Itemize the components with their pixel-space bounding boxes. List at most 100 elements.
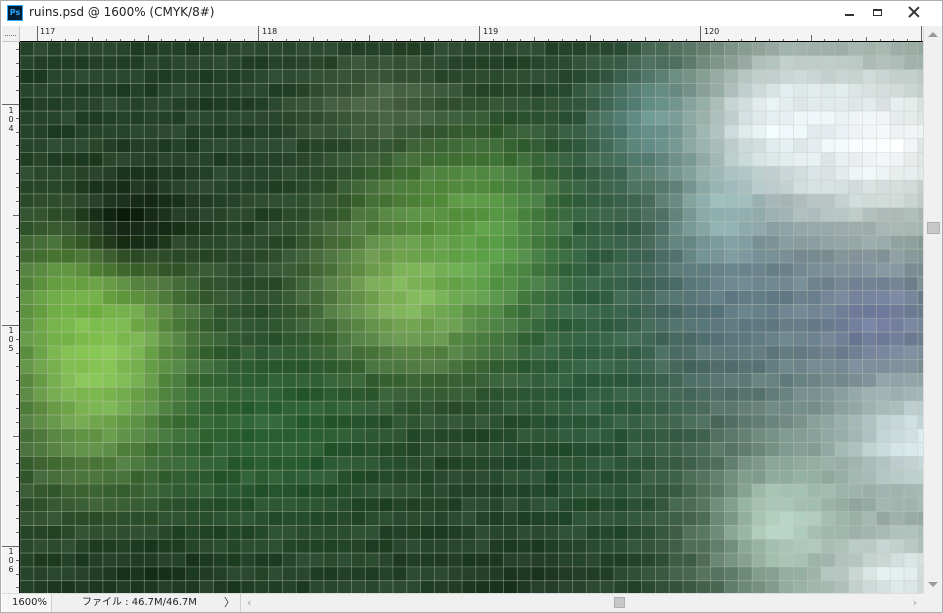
status-menu-arrow-icon[interactable]: 〉 — [224, 594, 235, 612]
image-pixel — [641, 359, 656, 374]
vertical-scrollbar[interactable] — [923, 26, 942, 593]
image-pixel — [793, 345, 808, 360]
image-pixel — [807, 525, 822, 540]
image-pixel — [20, 442, 35, 457]
image-pixel — [337, 249, 352, 264]
image-pixel — [241, 55, 256, 70]
image-pixel — [337, 553, 352, 568]
image-pixel — [848, 166, 863, 181]
image-pixel — [876, 345, 891, 360]
image-pixel — [282, 553, 297, 568]
image-pixel — [462, 373, 477, 388]
image-pixel — [75, 387, 90, 402]
image-pixel — [738, 55, 753, 70]
image-pixel — [268, 193, 283, 209]
image-pixel — [392, 249, 408, 264]
image-pixel — [544, 207, 559, 222]
image-pixel — [724, 401, 739, 416]
scroll-down-icon[interactable] — [928, 582, 938, 587]
maximize-button[interactable] — [863, 2, 891, 22]
image-pixel — [420, 97, 435, 112]
image-pixel — [185, 318, 200, 333]
image-pixel — [710, 414, 725, 430]
image-pixel — [683, 539, 698, 554]
image-pixel — [462, 276, 477, 291]
image-pixel — [655, 373, 670, 388]
image-pixel — [199, 470, 214, 485]
image-pixel — [310, 193, 325, 209]
image-pixel — [296, 180, 311, 195]
image-pixel — [834, 387, 850, 402]
image-pixel — [310, 511, 325, 526]
image-pixel — [738, 318, 753, 333]
image-canvas[interactable] — [20, 42, 923, 593]
image-pixel — [862, 138, 877, 153]
scroll-up-icon[interactable] — [928, 32, 938, 37]
image-pixel — [337, 180, 352, 195]
image-pixel — [752, 373, 767, 388]
ruler-tick — [2, 325, 19, 326]
image-pixel — [310, 332, 325, 347]
image-pixel — [558, 83, 573, 98]
image-pixel — [655, 442, 670, 457]
image-pixel — [130, 69, 145, 84]
image-pixel — [241, 166, 256, 181]
image-pixel — [475, 553, 490, 568]
image-pixel — [793, 484, 808, 499]
ruler-tick — [16, 159, 19, 161]
image-pixel — [75, 207, 90, 222]
image-pixel — [213, 553, 228, 568]
image-pixel — [876, 235, 891, 250]
scroll-right-icon[interactable]: › — [913, 597, 917, 608]
image-pixel — [862, 111, 877, 126]
vertical-scroll-thumb[interactable] — [927, 222, 940, 234]
image-pixel — [379, 497, 394, 512]
image-pixel — [572, 69, 587, 84]
image-pixel — [821, 553, 836, 568]
image-pixel — [724, 83, 739, 98]
image-pixel — [669, 497, 684, 512]
image-pixel — [47, 414, 62, 430]
zoom-level-field[interactable]: 1600% — [2, 594, 52, 612]
image-pixel — [600, 345, 615, 360]
image-pixel — [655, 124, 670, 139]
image-pixel — [365, 553, 380, 568]
image-pixel — [821, 207, 836, 222]
image-pixel — [199, 414, 214, 430]
image-pixel — [434, 525, 449, 540]
image-pixel — [365, 456, 380, 471]
image-pixel — [130, 207, 145, 222]
image-pixel — [323, 276, 338, 291]
image-pixel — [600, 497, 615, 512]
image-pixel — [876, 428, 891, 443]
image-pixel — [462, 235, 477, 250]
minimize-button[interactable] — [835, 2, 863, 22]
image-pixel — [710, 166, 725, 181]
image-pixel — [379, 290, 394, 305]
horizontal-scrollbar[interactable]: ‹ › — [240, 594, 923, 612]
image-pixel — [102, 484, 117, 499]
image-pixel — [241, 553, 256, 568]
ruler-origin[interactable] — [2, 26, 20, 42]
image-pixel — [158, 539, 173, 554]
image-pixel — [392, 401, 408, 416]
image-pixel — [613, 111, 629, 126]
scroll-left-icon[interactable]: ‹ — [247, 597, 251, 608]
horizontal-scroll-thumb[interactable] — [614, 597, 625, 608]
image-pixel — [890, 442, 905, 457]
image-pixel — [834, 111, 850, 126]
image-pixel — [531, 373, 546, 388]
ruler-tick — [50, 39, 52, 41]
image-pixel — [683, 525, 698, 540]
title-bar[interactable]: Ps ruins.psd @ 1600% (CMYK/8#) — [1, 1, 942, 25]
close-button[interactable] — [893, 2, 935, 22]
image-pixel — [724, 387, 739, 402]
image-pixel — [807, 484, 822, 499]
image-pixel — [558, 525, 573, 540]
image-pixel — [227, 373, 242, 388]
ruler-label-118: 118 — [262, 27, 278, 36]
vertical-ruler[interactable]: 104 105 106 — [2, 42, 20, 593]
horizontal-ruler[interactable]: 117 118 119 120 — [20, 26, 923, 42]
image-pixel — [296, 470, 311, 485]
image-pixel — [517, 83, 532, 98]
